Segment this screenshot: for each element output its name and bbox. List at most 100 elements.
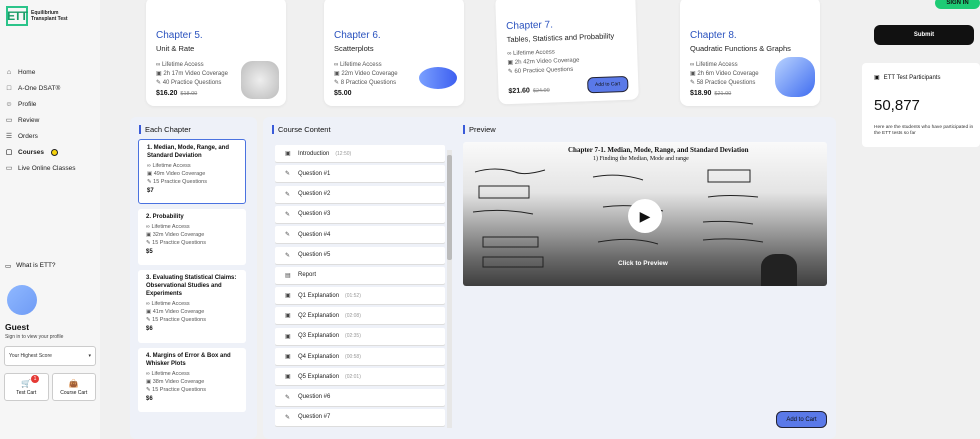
sidebar-nav: ⌂ Home □ A-One DSAT® ☺ Profile ▭ Review ☰ Ord… (5, 64, 97, 176)
sidebar: ETT Equilibrium Transplant Test ⌂ Home □ A… (0, 0, 100, 439)
sidebar-item-dsat[interactable]: □ A-One DSAT® (5, 80, 97, 96)
lesson-type-icon: ▣ (285, 354, 291, 360)
submit-button[interactable]: Submit (874, 25, 974, 45)
lesson-type-icon: ▣ (285, 374, 291, 381)
click-to-preview-label[interactable]: Click to Preview (618, 260, 668, 267)
lesson-type-icon: ▣ (285, 151, 291, 157)
lesson-duration: (01:52) (345, 292, 361, 299)
lesson-type-icon: ▣ (285, 293, 291, 300)
sidebar-item-label: A-One DSAT® (18, 84, 61, 92)
logo-mark: ETT (6, 6, 28, 26)
add-to-cart-button[interactable]: Add to Cart (586, 75, 629, 94)
sidebar-item-label: Orders (18, 132, 38, 140)
participants-description: Here are the students who have participa… (874, 125, 974, 136)
course-content-item[interactable]: ▣ Q3 Explanation (02:35) (275, 327, 445, 345)
sidebar-item-live-classes[interactable]: ▭ Live Online Classes (5, 160, 97, 176)
participants-heading: ETT Test Participants (883, 74, 941, 81)
course-content-item[interactable]: ▣ Q2 Explanation (02:08) (275, 307, 445, 325)
cart-row: 🛒 Test Cart 1 👜 Course Cart (4, 373, 96, 401)
what-is-ett-link[interactable]: ▭ What is ETT? (5, 262, 56, 270)
lesson-label: Question #6 (298, 394, 331, 401)
participants-count: 50,877 (874, 97, 920, 114)
chapter-card-highlighted[interactable]: Chapter 7. Tables, Statistics and Probab… (495, 0, 639, 105)
chapter-title: Chapter 5. (156, 30, 203, 41)
video-coverage: ▣ 32m Video Coverage (146, 232, 205, 238)
sidebar-item-courses[interactable]: ▢ Courses (5, 144, 97, 160)
decorative-shape-icon (241, 61, 279, 99)
item-title: 1. Median, Mode, Range, and Standard Dev… (147, 145, 230, 159)
chapter-title: Chapter 7. (506, 19, 554, 33)
avatar[interactable] (7, 285, 37, 315)
play-icon[interactable]: ▶ (628, 199, 662, 233)
cart-icon: 🛒 (21, 378, 32, 388)
participants-card: ▣ ETT Test Participants 50,877 Here are t… (862, 63, 980, 147)
course-content-item[interactable]: ▣ Q5 Explanation (02:01) (275, 368, 445, 386)
course-content-item[interactable]: ✎ Question #5 (275, 246, 445, 264)
chapter-price: $5.00 (334, 90, 352, 97)
item-price: $6 (146, 326, 153, 332)
lesson-label: Question #1 (298, 170, 331, 177)
lesson-type-icon: ✎ (285, 171, 291, 178)
practice-questions: ✎ 15 Practice Questions (146, 240, 206, 246)
sidebar-item-profile[interactable]: ☺ Profile (5, 96, 97, 112)
heading-bar (463, 125, 465, 134)
user-icon: ☺ (5, 100, 13, 108)
sidebar-item-home[interactable]: ⌂ Home (5, 64, 97, 80)
video-coverage: ▣ 38m Video Coverage (146, 379, 205, 385)
course-content-item[interactable]: ✎ Question #4 (275, 226, 445, 244)
lesson-type-icon: ✎ (285, 232, 291, 239)
course-cart-button[interactable]: 👜 Course Cart (51, 373, 96, 401)
sidebar-item-review[interactable]: ▭ Review (5, 112, 97, 128)
lifetime-access: ∞ Lifetime Access (146, 224, 190, 230)
course-content-item[interactable]: ▣ Q4 Explanation (00:58) (275, 348, 445, 365)
lesson-label: Question #7 (298, 414, 331, 421)
chapter-subtitle: Unit & Rate (156, 44, 195, 53)
preview-video[interactable]: Chapter 7-1. Median, Mode, Range, and St… (463, 142, 827, 286)
course-content-item[interactable]: ✎ Question #7 (275, 408, 445, 426)
sidebar-item-orders[interactable]: ☰ Orders (5, 128, 97, 144)
chapter-subtitle: Scatterplots (334, 44, 374, 53)
chapter-card[interactable]: Chapter 5. Unit & Rate ∞ Lifetime Access… (146, 0, 286, 106)
each-chapter-item[interactable]: 4. Margins of Error & Box and Whisker Pl… (138, 348, 246, 412)
chapter-card[interactable]: Chapter 6. Scatterplots ∞ Lifetime Acces… (324, 0, 464, 106)
each-chapter-heading: Each Chapter (145, 125, 191, 134)
sidebar-item-label: Live Online Classes (18, 164, 76, 172)
lesson-duration: (02:35) (345, 333, 361, 340)
each-chapter-item[interactable]: 2. Probability ∞ Lifetime Access ▣ 32m Vi… (138, 209, 246, 265)
active-badge-icon (51, 148, 59, 156)
add-to-cart-button[interactable]: Add to Cart (776, 411, 827, 428)
lesson-type-icon: ✎ (285, 414, 291, 421)
sidebar-item-label: Review (18, 116, 40, 124)
scrollbar-thumb[interactable] (447, 155, 452, 260)
course-content-item[interactable]: ▣ Q1 Explanation (01:52) (275, 287, 445, 305)
test-cart-button[interactable]: 🛒 Test Cart 1 (4, 373, 49, 401)
lesson-type-icon: ▣ (285, 333, 291, 340)
sign-in-button[interactable]: SIGN IN (935, 0, 980, 9)
course-content-item[interactable]: ✎ Question #6 (275, 388, 445, 406)
course-content-item[interactable]: ▣ Introduction (12:50) (275, 145, 445, 162)
lesson-label: Q2 Explanation (298, 312, 340, 319)
each-chapter-item-selected[interactable]: 1. Median, Mode, Range, and Standard Dev… (138, 139, 246, 204)
highest-score-select[interactable]: Your Highest Score ▾ (4, 346, 96, 366)
chapter-subtitle: Quadratic Functions & Graphs (690, 44, 791, 53)
logo[interactable]: ETT Equilibrium Transplant Test (6, 6, 68, 26)
score-placeholder: Your Highest Score (9, 353, 52, 359)
item-title: 2. Probability (146, 214, 184, 220)
course-content-item[interactable]: ✎ Question #3 (275, 205, 445, 223)
lesson-duration: (02:08) (345, 312, 361, 319)
lesson-label: Q4 Explanation (298, 353, 340, 360)
each-chapter-item[interactable]: 3. Evaluating Statistical Claims: Observ… (138, 270, 246, 343)
chapter-card[interactable]: Chapter 8. Quadratic Functions & Graphs … (680, 0, 820, 106)
lesson-type-icon: ▣ (285, 313, 291, 320)
lifetime-access: ∞ Lifetime Access (146, 371, 190, 377)
course-content-item[interactable]: ✎ Question #2 (275, 185, 445, 203)
lesson-duration: (02:01) (345, 373, 361, 380)
course-content-item[interactable]: ✎ Question #1 (275, 165, 445, 183)
course-content-item[interactable]: ▤ Report (275, 266, 445, 284)
practice-questions: ✎ 15 Practice Questions (147, 179, 207, 185)
bag-icon: 👜 (68, 378, 79, 388)
chapter-price: $16.20 $18.00 (156, 90, 198, 97)
lesson-label: Question #4 (298, 231, 331, 238)
lesson-type-icon: ✎ (285, 211, 291, 218)
heading-bar (272, 125, 274, 134)
